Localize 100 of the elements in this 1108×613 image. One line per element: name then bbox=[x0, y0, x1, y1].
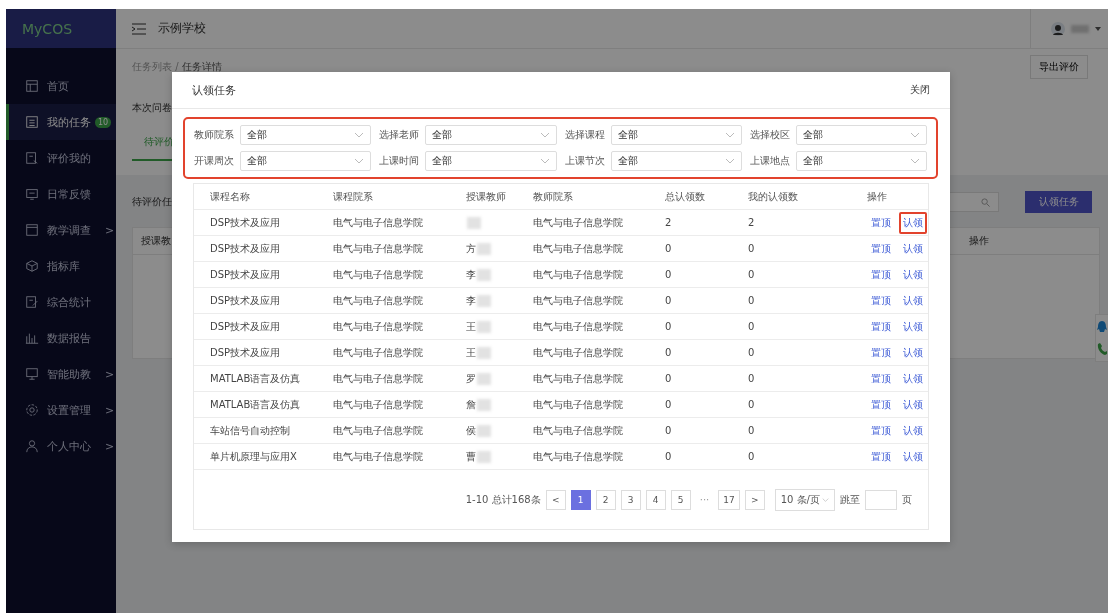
sidebar-item[interactable]: 综合统计 bbox=[6, 284, 116, 320]
filter-select[interactable]: 全部 bbox=[795, 125, 927, 145]
table-cell-text: 电气与电子信息学院 bbox=[333, 345, 424, 360]
column-header: 授课教 bbox=[141, 234, 171, 248]
survey-text: 本次问卷 bbox=[132, 101, 173, 115]
menu-icon[interactable] bbox=[132, 22, 146, 35]
teacher-name: 詹 bbox=[466, 397, 476, 412]
sidebar-item[interactable]: 评价我的 bbox=[6, 140, 116, 176]
sidebar-item[interactable]: 首页 bbox=[6, 68, 116, 104]
table-cell-text: 0 bbox=[748, 347, 756, 358]
table-cell-text: 0 bbox=[748, 451, 756, 462]
blurred-name bbox=[477, 242, 491, 255]
pin-link[interactable]: 置顶 bbox=[867, 445, 895, 468]
page-button[interactable]: 4 bbox=[645, 489, 666, 510]
filter-select[interactable]: 全部 bbox=[425, 151, 557, 171]
claim-link[interactable]: 认领 bbox=[899, 263, 927, 286]
page-unit: 页 bbox=[902, 492, 912, 507]
blurred-username bbox=[1071, 24, 1089, 33]
filter-select[interactable]: 全部 bbox=[425, 125, 557, 145]
pin-link[interactable]: 置顶 bbox=[867, 393, 895, 416]
blurred-name bbox=[477, 320, 491, 333]
claim-link[interactable]: 认领 bbox=[899, 419, 927, 442]
filter-select[interactable]: 全部 bbox=[795, 151, 927, 171]
sidebar-item[interactable]: 教学调查 > bbox=[6, 212, 116, 248]
claim-link[interactable]: 认领 bbox=[899, 445, 927, 468]
export-button[interactable]: 导出评价 bbox=[1030, 55, 1088, 79]
claim-link[interactable]: 认领 bbox=[899, 367, 927, 390]
table-cell-text: 电气与电子信息学院 bbox=[333, 423, 424, 438]
filter-select[interactable]: 全部 bbox=[240, 125, 372, 145]
blurred-name bbox=[477, 346, 491, 359]
pin-link[interactable]: 置顶 bbox=[867, 211, 895, 234]
avatar-icon[interactable] bbox=[1051, 21, 1065, 36]
sidebar-item[interactable]: 我的任务 10 bbox=[6, 104, 116, 140]
modal-title: 认领任务 bbox=[192, 82, 236, 98]
pin-link[interactable]: 置顶 bbox=[867, 367, 895, 390]
teacher-name: 李 bbox=[466, 267, 476, 282]
page-jump-field[interactable] bbox=[865, 489, 897, 510]
column-header: 总认领数 bbox=[665, 189, 706, 204]
sidebar-item[interactable]: 设置管理 > bbox=[6, 392, 116, 428]
table-cell-text: 电气与电子信息学院 bbox=[533, 371, 624, 386]
filter-select[interactable]: 全部 bbox=[610, 151, 742, 171]
table-cell-text: DSP技术及应用 bbox=[210, 293, 282, 308]
table-cell-text: 0 bbox=[665, 269, 673, 280]
page-button[interactable]: 2 bbox=[595, 489, 616, 510]
filter-label: 开课周次 bbox=[194, 154, 234, 168]
page-size-select[interactable]: 10 条/页 bbox=[774, 488, 835, 511]
claim-task-button[interactable]: 认领任务 bbox=[1025, 191, 1092, 213]
table-cell-text: 0 bbox=[665, 451, 673, 462]
claim-link[interactable]: 认领 bbox=[899, 211, 927, 234]
table-cell-text: 电气与电子信息学院 bbox=[333, 371, 424, 386]
claim-link[interactable]: 认领 bbox=[899, 315, 927, 338]
page-button[interactable]: 5 bbox=[670, 489, 691, 510]
table-cell-text: 2 bbox=[665, 217, 673, 228]
prev-page-button[interactable]: < bbox=[545, 489, 566, 510]
pin-link[interactable]: 置顶 bbox=[867, 237, 895, 260]
column-header: 我的认领数 bbox=[748, 189, 799, 204]
menu-item-icon bbox=[25, 151, 39, 165]
phone-icon[interactable] bbox=[1097, 343, 1107, 355]
column-header: 操作 bbox=[969, 234, 989, 248]
page-button[interactable]: 3 bbox=[620, 489, 641, 510]
menu-item-icon bbox=[25, 223, 39, 237]
next-page-button[interactable]: > bbox=[744, 489, 765, 510]
pin-link[interactable]: 置顶 bbox=[867, 419, 895, 442]
filter-select[interactable]: 全部 bbox=[610, 125, 742, 145]
table-cell-text: 0 bbox=[748, 295, 756, 306]
table-cell-text: 车站信号自动控制 bbox=[210, 423, 291, 438]
claim-link[interactable]: 认领 bbox=[899, 289, 927, 312]
table-cell-text: 电气与电子信息学院 bbox=[533, 241, 624, 256]
pin-link[interactable]: 置顶 bbox=[867, 315, 895, 338]
page-button[interactable]: 1 bbox=[570, 489, 591, 510]
sidebar-item[interactable]: 数据报告 bbox=[6, 320, 116, 356]
table-cell-text: 0 bbox=[748, 269, 756, 280]
menu-item-icon bbox=[25, 187, 39, 201]
table-cell-text: 电气与电子信息学院 bbox=[333, 215, 424, 230]
table-cell-text: 0 bbox=[665, 347, 673, 358]
sidebar-item[interactable]: 智能助教 > bbox=[6, 356, 116, 392]
table-cell-text: 单片机原理与应用X bbox=[210, 449, 298, 464]
table-cell-text: 0 bbox=[665, 321, 673, 332]
claim-link[interactable]: 认领 bbox=[899, 341, 927, 364]
table-cell-text: 电气与电子信息学院 bbox=[333, 267, 424, 282]
pin-link[interactable]: 置顶 bbox=[867, 289, 895, 312]
caret-icon[interactable] bbox=[1095, 26, 1101, 31]
filter-label: 上课节次 bbox=[564, 154, 605, 168]
pin-link[interactable]: 置顶 bbox=[867, 341, 895, 364]
menu-item-icon bbox=[25, 439, 39, 453]
table-cell-text: 电气与电子信息学院 bbox=[333, 449, 424, 464]
pin-link[interactable]: 置顶 bbox=[867, 263, 895, 286]
sidebar-item[interactable]: 指标库 bbox=[6, 248, 116, 284]
page-button[interactable]: 17 bbox=[718, 489, 740, 510]
table-cell-text: 0 bbox=[665, 373, 673, 384]
close-link[interactable]: 关闭 bbox=[910, 83, 930, 97]
claim-link[interactable]: 认领 bbox=[899, 393, 927, 416]
sidebar-item[interactable]: 日常反馈 bbox=[6, 176, 116, 212]
filter-select[interactable]: 全部 bbox=[240, 151, 372, 171]
sidebar-item[interactable]: 个人中心 > bbox=[6, 428, 116, 464]
filter-label: 选择校区 bbox=[749, 128, 790, 142]
column-header: 课程名称 bbox=[210, 189, 251, 204]
teacher-name: 罗 bbox=[466, 371, 476, 386]
claim-link[interactable]: 认领 bbox=[899, 237, 927, 260]
penguin-icon[interactable] bbox=[1097, 321, 1107, 333]
